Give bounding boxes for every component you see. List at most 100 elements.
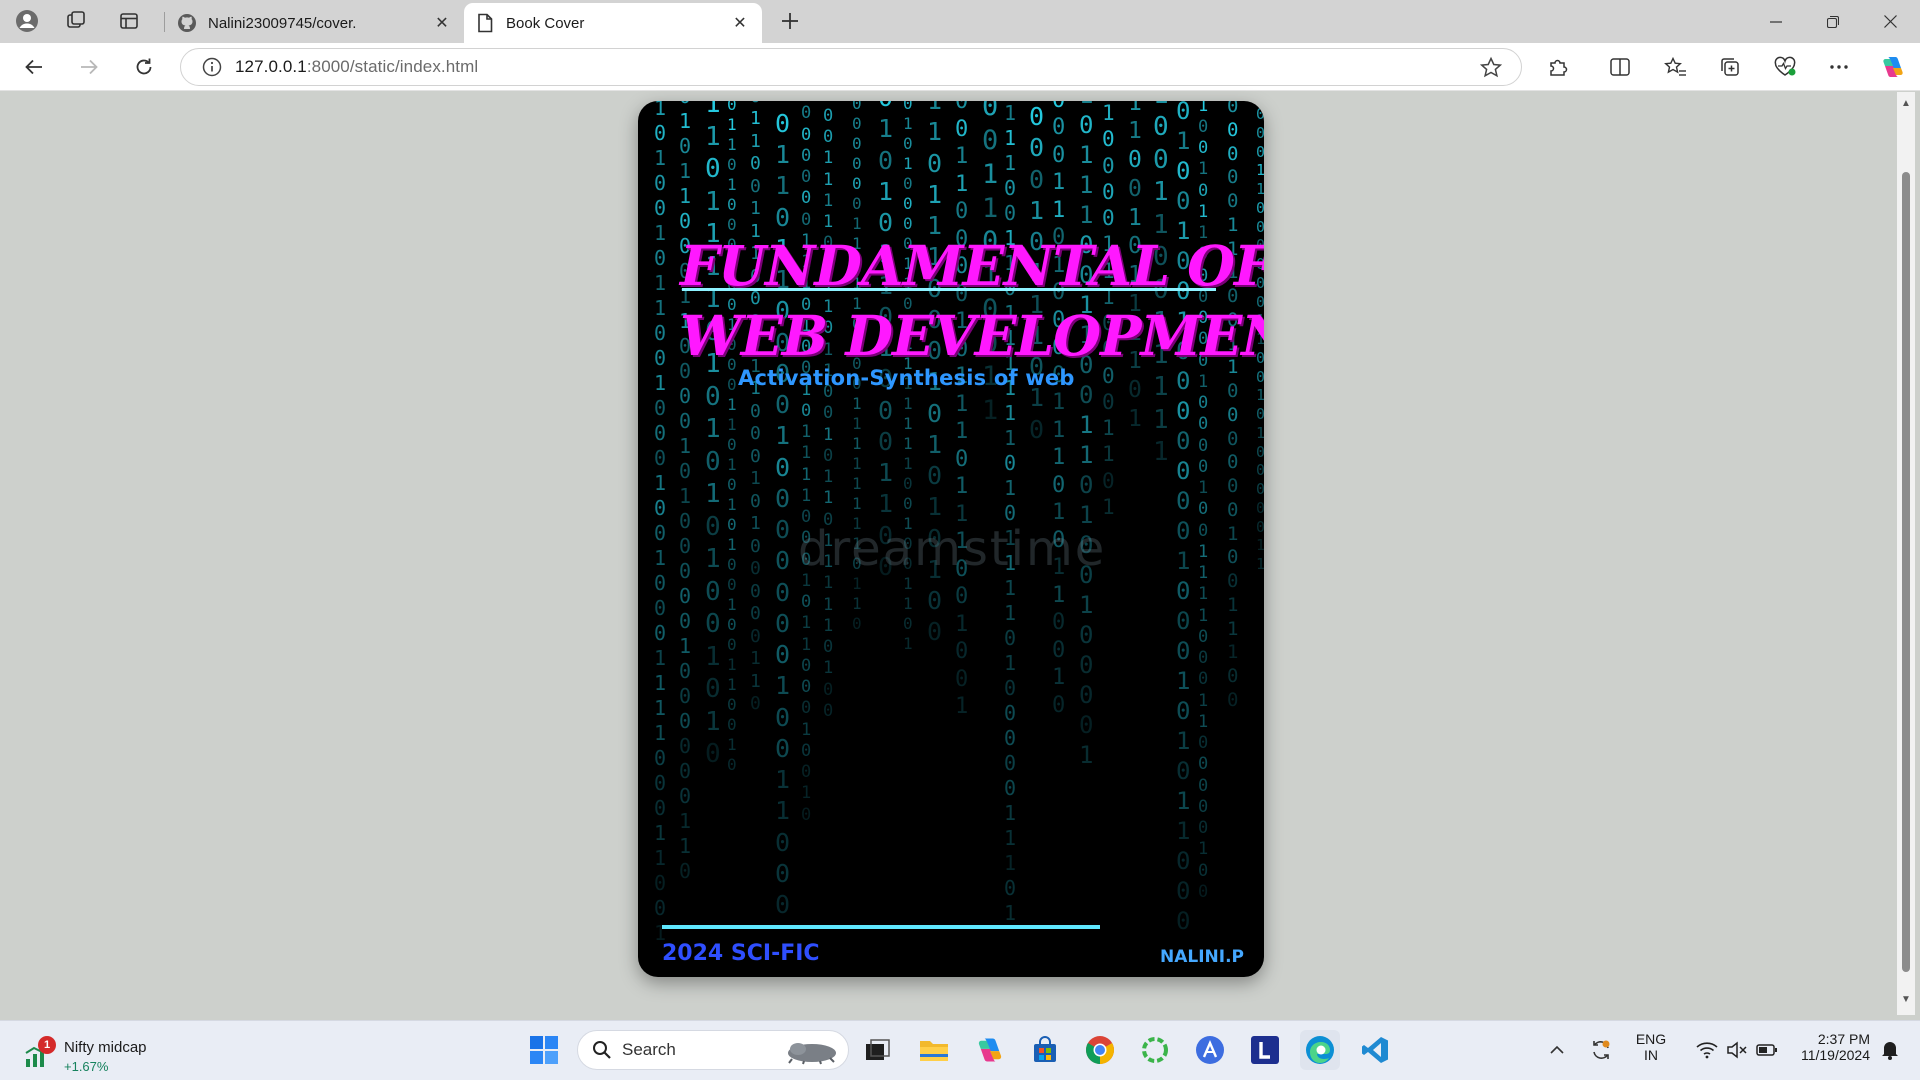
scroll-thumb[interactable] xyxy=(1902,172,1910,972)
copilot-app-button[interactable] xyxy=(970,1030,1010,1070)
binary-digit: 0 xyxy=(1176,101,1190,125)
binary-digit: 0 xyxy=(982,125,998,156)
binary-digit: 0 xyxy=(1004,726,1016,750)
vscode-button[interactable] xyxy=(1355,1030,1395,1070)
workspaces-button[interactable] xyxy=(59,6,93,36)
site-info-icon[interactable] xyxy=(199,54,225,80)
binary-digit: 0 xyxy=(1198,627,1208,647)
binary-digit: 0 xyxy=(654,896,666,920)
browser-essentials-button[interactable] xyxy=(1766,50,1804,84)
binary-digit: 1 xyxy=(750,671,761,692)
binary-digit: 0 xyxy=(1052,473,1065,498)
address-bar[interactable]: 127.0.0.1:8000/static/index.html xyxy=(180,48,1522,86)
tab-book-cover[interactable]: Book Cover ✕ xyxy=(464,3,762,43)
binary-digit: 0 xyxy=(1198,117,1208,137)
restore-button[interactable] xyxy=(1805,0,1861,43)
copilot-app-icon xyxy=(978,1038,1002,1062)
tab-title: Book Cover xyxy=(506,14,585,32)
search-icon xyxy=(593,1041,611,1059)
heart-pulse-icon xyxy=(1774,56,1796,76)
binary-digit: 0 xyxy=(1227,143,1238,165)
tab-github[interactable]: Nalini23009745/cover. ✕ xyxy=(166,3,464,43)
microsoft-store-button[interactable] xyxy=(1025,1030,1065,1070)
binary-digit: 0 xyxy=(775,578,790,607)
more-options-button[interactable] xyxy=(1820,50,1858,84)
binary-digit: 1 xyxy=(1256,424,1264,442)
clock-time: 2:37 PM xyxy=(1817,1031,1870,1047)
binary-digit: 0 xyxy=(679,534,691,558)
language-indicator[interactable]: ENG IN xyxy=(1628,1031,1674,1063)
binary-digit: 0 xyxy=(750,558,761,579)
collections-button[interactable] xyxy=(1711,50,1749,84)
show-hidden-icons-button[interactable] xyxy=(1542,1030,1572,1070)
new-tab-button[interactable] xyxy=(774,6,806,36)
split-screen-button[interactable] xyxy=(1601,50,1639,84)
binary-digit: 0 xyxy=(823,680,833,700)
task-view-button[interactable] xyxy=(858,1030,898,1070)
binary-digit: 0 xyxy=(801,146,811,166)
binary-digit: 1 xyxy=(801,613,811,633)
profile-button[interactable] xyxy=(10,6,44,36)
binary-digit: 0 xyxy=(1029,165,1044,194)
book-subtitle: Activation-Synthesis of web xyxy=(738,366,1075,390)
back-button[interactable] xyxy=(16,50,52,84)
tab-close-button[interactable]: ✕ xyxy=(430,11,454,35)
minimize-button[interactable] xyxy=(1748,0,1804,43)
favorite-star-icon[interactable] xyxy=(1479,56,1503,80)
vertical-scrollbar[interactable]: ▲ ▼ xyxy=(1897,92,1915,1015)
scroll-down-arrow[interactable]: ▼ xyxy=(1900,994,1912,1006)
forward-button[interactable] xyxy=(71,50,107,84)
binary-digit: 1 xyxy=(982,395,998,426)
binary-digit: 1 xyxy=(1079,441,1093,469)
binary-digit: 0 xyxy=(705,154,721,184)
binary-digit: 1 xyxy=(852,414,862,433)
binary-digit: 0 xyxy=(679,584,691,608)
clock[interactable]: 2:37 PM 11/19/2024 xyxy=(1782,1031,1870,1063)
file-explorer-button[interactable] xyxy=(914,1030,954,1070)
binary-digit: 1 xyxy=(1029,196,1044,225)
taskbar-search[interactable]: Search xyxy=(577,1030,849,1070)
binary-digit: 0 xyxy=(1004,676,1016,700)
chrome-button[interactable] xyxy=(1080,1030,1120,1070)
extensions-button[interactable] xyxy=(1539,50,1577,84)
tab-close-button[interactable]: ✕ xyxy=(728,11,752,35)
launcher-app-button[interactable] xyxy=(1190,1030,1230,1070)
binary-digit: 0 xyxy=(727,575,737,594)
address-url[interactable]: 127.0.0.1:8000/static/index.html xyxy=(235,57,478,77)
binary-digit: 0 xyxy=(1176,907,1190,935)
l-app-button[interactable] xyxy=(1245,1030,1285,1070)
binary-digit: 0 xyxy=(775,515,790,544)
binary-digit: 0 xyxy=(1176,637,1190,665)
binary-digit: 1 xyxy=(654,221,666,245)
green-ring-icon xyxy=(1142,1037,1168,1063)
scroll-up-arrow[interactable]: ▲ xyxy=(1900,98,1912,110)
sync-button[interactable] xyxy=(1584,1030,1618,1070)
binary-digit: 0 xyxy=(801,677,811,697)
binary-digit: 0 xyxy=(1198,436,1208,456)
binary-digit: 1 xyxy=(1052,418,1065,443)
binary-digit: 1 xyxy=(903,414,913,433)
quick-settings-button[interactable] xyxy=(1682,1030,1792,1070)
binary-digit: 1 xyxy=(1176,547,1190,575)
refresh-button[interactable] xyxy=(126,50,162,84)
binary-digit: 0 xyxy=(1198,797,1208,817)
copilot-button[interactable] xyxy=(1874,50,1912,84)
binary-digit: 1 xyxy=(1198,584,1208,604)
favorites-button[interactable] xyxy=(1656,50,1694,84)
ring-app-button[interactable] xyxy=(1135,1030,1175,1070)
edge-button[interactable] xyxy=(1300,1030,1340,1070)
binary-digit: 1 xyxy=(1153,177,1169,207)
vertical-tabs-button[interactable] xyxy=(112,6,146,36)
notifications-button[interactable] xyxy=(1874,1030,1906,1070)
binary-digit: 0 xyxy=(727,755,737,774)
start-button[interactable] xyxy=(524,1030,564,1070)
binary-digit: 0 xyxy=(750,401,761,422)
binary-digit: 1 xyxy=(775,765,790,794)
binary-digit: 0 xyxy=(823,446,833,466)
binary-digit: 0 xyxy=(1256,124,1264,142)
binary-digit: 0 xyxy=(679,784,691,808)
binary-digit: 1 xyxy=(705,707,721,737)
stock-widget[interactable]: 1 Nifty midcap +1.67% xyxy=(22,1029,182,1074)
binary-digit: 0 xyxy=(727,555,737,574)
close-window-button[interactable] xyxy=(1862,0,1918,43)
